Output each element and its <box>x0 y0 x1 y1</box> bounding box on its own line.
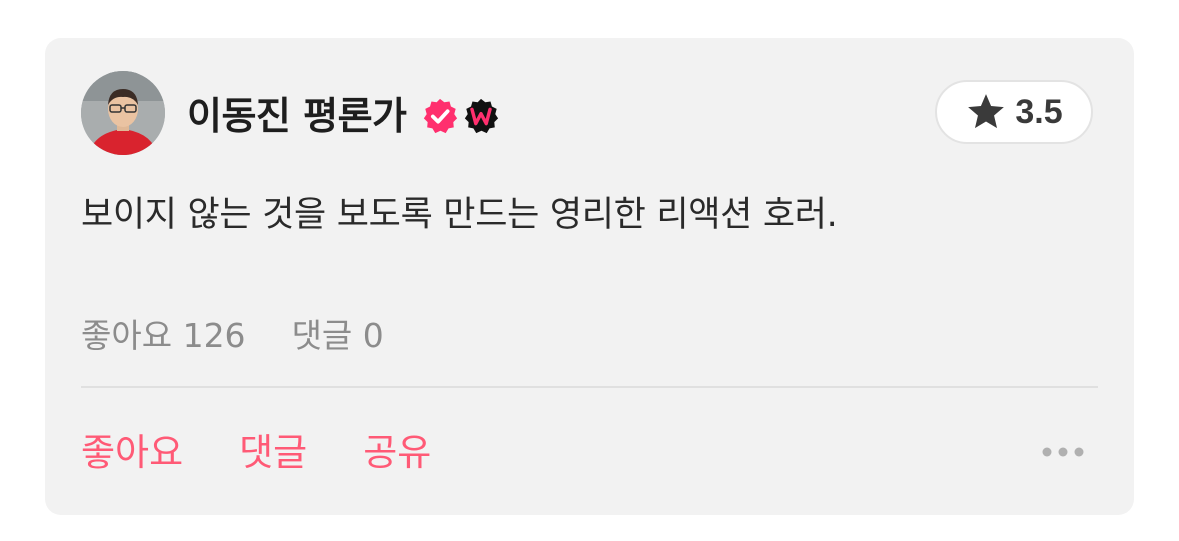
verified-badge-icon <box>423 98 458 134</box>
avatar[interactable] <box>81 71 165 155</box>
rating-value: 3.5 <box>1015 92 1063 131</box>
review-stats: 좋아요 126 댓글 0 <box>81 314 384 358</box>
star-icon <box>968 94 1005 129</box>
like-count[interactable]: 좋아요 126 <box>81 314 246 358</box>
comment-button[interactable]: 댓글 <box>239 431 307 475</box>
divider <box>81 386 1098 388</box>
review-text[interactable]: 보이지 않는 것을 보도록 만드는 영리한 리액션 호러. <box>81 193 838 237</box>
more-horizontal-icon[interactable] <box>1040 442 1086 462</box>
author-name[interactable]: 이동진 평론가 <box>187 94 407 138</box>
share-button[interactable]: 공유 <box>363 431 431 475</box>
action-bar: 좋아요 댓글 공유 <box>81 431 431 475</box>
comment-count[interactable]: 댓글 0 <box>292 314 384 358</box>
like-button[interactable]: 좋아요 <box>81 431 183 475</box>
rating-badge: 3.5 <box>935 80 1093 144</box>
watcha-w-badge-icon <box>464 98 499 134</box>
review-card: 이동진 평론가 3.5 보이지 않는 것을 보도록 만드는 영리한 리액션 호러… <box>45 38 1134 515</box>
